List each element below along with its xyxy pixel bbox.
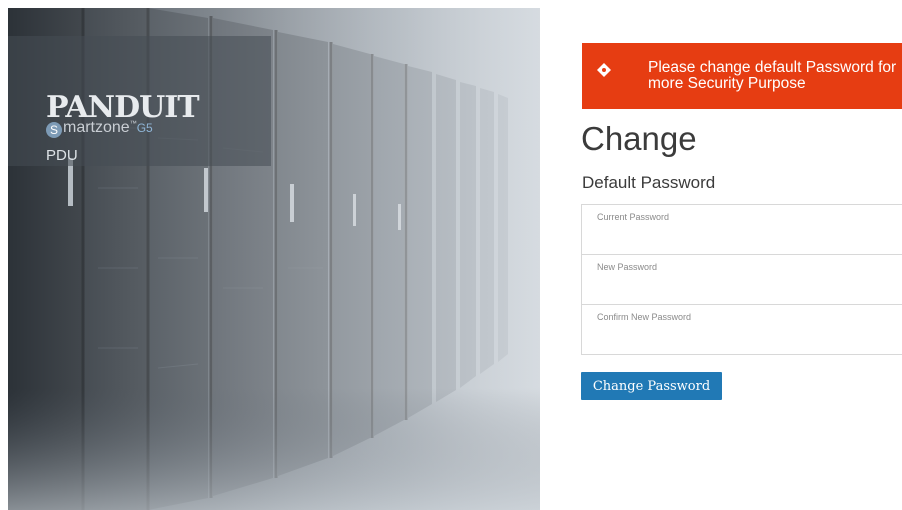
new-password-field-wrapper bbox=[582, 255, 902, 305]
page-subtitle: Default Password bbox=[582, 173, 716, 192]
trademark-mark: ™ bbox=[129, 120, 137, 128]
hero-image: PANDUIT Smartzone™G5 PDU bbox=[8, 8, 540, 510]
alert-diamond-icon bbox=[597, 63, 611, 77]
new-password-field[interactable] bbox=[582, 255, 902, 304]
password-form bbox=[581, 204, 902, 355]
product-name-text: martzone bbox=[63, 119, 130, 136]
page-title: Change bbox=[581, 120, 697, 157]
alert-message: Please change default Password for more … bbox=[648, 59, 897, 92]
product-suffix: G5 bbox=[136, 121, 153, 135]
device-label: PDU bbox=[46, 147, 78, 164]
product-name: Smartzone™G5 bbox=[46, 119, 153, 138]
confirm-password-field-wrapper bbox=[582, 305, 902, 355]
smartzone-s-icon: S bbox=[46, 122, 62, 138]
current-password-field[interactable] bbox=[582, 205, 902, 254]
brand-panel: PANDUIT Smartzone™G5 PDU bbox=[8, 36, 271, 166]
security-alert: Please change default Password for more … bbox=[582, 43, 902, 109]
current-password-field-wrapper bbox=[582, 205, 902, 255]
confirm-password-field[interactable] bbox=[582, 305, 902, 355]
change-password-button[interactable]: Change Password bbox=[581, 372, 722, 400]
